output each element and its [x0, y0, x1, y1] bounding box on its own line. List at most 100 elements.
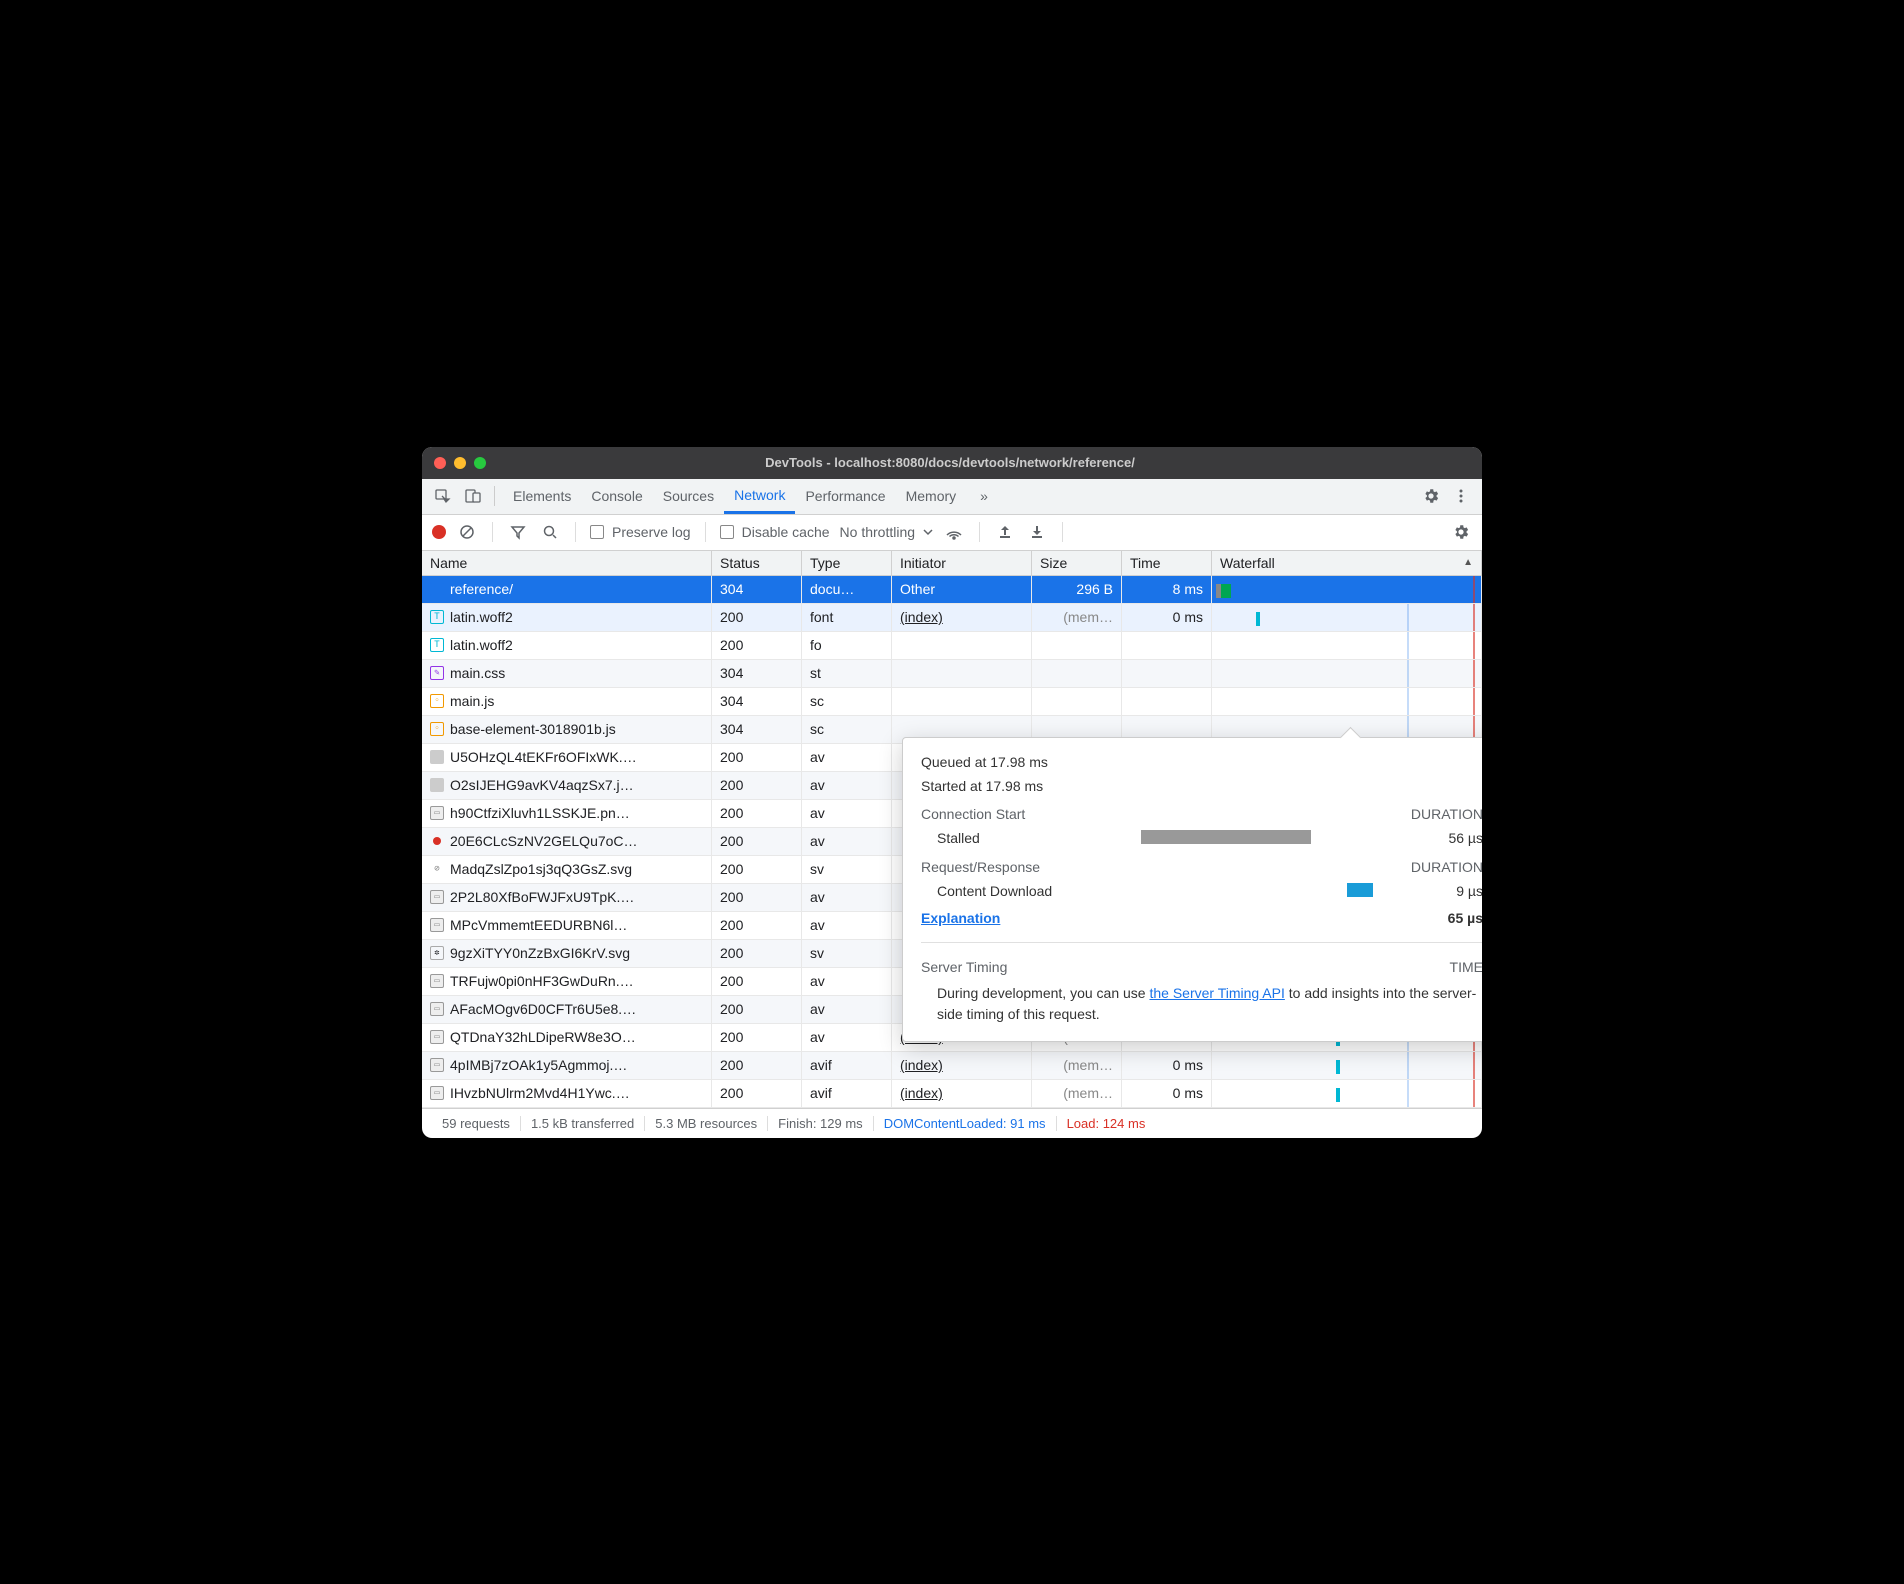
table-cell[interactable]	[1212, 688, 1482, 716]
tab-performance[interactable]: Performance	[795, 478, 895, 514]
table-cell[interactable]: 0 ms	[1122, 1080, 1212, 1108]
zoom-window-button[interactable]	[474, 457, 486, 469]
table-cell[interactable]: ⊘MadqZslZpo1sj3qQ3GsZ.svg	[422, 856, 712, 884]
table-cell[interactable]: sc	[802, 688, 892, 716]
table-cell[interactable]: sc	[802, 716, 892, 744]
col-type[interactable]: Type	[802, 551, 892, 576]
table-cell[interactable]: 20E6CLcSzNV2GELQu7oC…	[422, 828, 712, 856]
table-cell[interactable]	[1212, 1080, 1482, 1108]
table-cell[interactable]: av	[802, 800, 892, 828]
table-cell[interactable]	[892, 632, 1032, 660]
disable-cache-checkbox[interactable]: Disable cache	[720, 524, 830, 540]
table-cell[interactable]: ▭IHvzbNUlrm2Mvd4H1Ywc.…	[422, 1080, 712, 1108]
table-cell[interactable]: 200	[712, 800, 802, 828]
table-cell[interactable]: 200	[712, 1024, 802, 1052]
table-cell[interactable]: 304	[712, 576, 802, 604]
table-cell[interactable]: 0 ms	[1122, 604, 1212, 632]
table-cell[interactable]	[1212, 604, 1482, 632]
table-cell[interactable]: (index)	[892, 1052, 1032, 1080]
initiator-link[interactable]: (index)	[900, 1057, 943, 1073]
table-cell[interactable]: 200	[712, 772, 802, 800]
server-timing-api-link[interactable]: the Server Timing API	[1149, 985, 1284, 1001]
explanation-link[interactable]: Explanation	[921, 910, 1000, 926]
network-conditions-icon[interactable]	[943, 521, 965, 543]
col-waterfall[interactable]: Waterfall▲	[1212, 551, 1482, 576]
col-name[interactable]: Name	[422, 551, 712, 576]
table-cell[interactable]	[1122, 660, 1212, 688]
table-cell[interactable]: 304	[712, 688, 802, 716]
table-cell[interactable]: ▭4pIMBj7zOAk1y5Agmmoj.…	[422, 1052, 712, 1080]
table-cell[interactable]: (index)	[892, 1080, 1032, 1108]
throttling-select[interactable]: No throttling	[840, 524, 933, 540]
table-cell[interactable]: ≡reference/	[422, 576, 712, 604]
table-cell[interactable]: av	[802, 996, 892, 1024]
table-cell[interactable]: fo	[802, 632, 892, 660]
tab-network[interactable]: Network	[724, 478, 795, 514]
table-cell[interactable]: av	[802, 968, 892, 996]
table-cell[interactable]: ◦base-element-3018901b.js	[422, 716, 712, 744]
table-cell[interactable]: Tlatin.woff2	[422, 632, 712, 660]
table-cell[interactable]: 200	[712, 604, 802, 632]
upload-har-icon[interactable]	[994, 521, 1016, 543]
table-cell[interactable]: ▭h90CtfziXluvh1LSSKJE.pn…	[422, 800, 712, 828]
table-cell[interactable]	[1032, 660, 1122, 688]
table-cell[interactable]	[892, 688, 1032, 716]
table-cell[interactable]: docu…	[802, 576, 892, 604]
table-cell[interactable]: (mem…	[1032, 1080, 1122, 1108]
table-cell[interactable]: av	[802, 772, 892, 800]
tab-console[interactable]: Console	[581, 478, 652, 514]
search-icon[interactable]	[539, 521, 561, 543]
download-har-icon[interactable]	[1026, 521, 1048, 543]
table-cell[interactable]: ▭TRFujw0pi0nHF3GwDuRn.…	[422, 968, 712, 996]
filter-icon[interactable]	[507, 521, 529, 543]
inspect-element-icon[interactable]	[430, 483, 456, 509]
table-cell[interactable]: 200	[712, 968, 802, 996]
table-cell[interactable]: sv	[802, 856, 892, 884]
initiator-link[interactable]: (index)	[900, 1085, 943, 1101]
table-cell[interactable]: av	[802, 912, 892, 940]
initiator-link[interactable]: (index)	[900, 609, 943, 625]
table-cell[interactable]	[1212, 576, 1482, 604]
table-cell[interactable]: 296 B	[1032, 576, 1122, 604]
table-cell[interactable]: av	[802, 828, 892, 856]
table-cell[interactable]: (index)	[892, 604, 1032, 632]
table-cell[interactable]	[1032, 632, 1122, 660]
table-cell[interactable]: sv	[802, 940, 892, 968]
table-cell[interactable]: 0 ms	[1122, 1052, 1212, 1080]
record-button[interactable]	[432, 525, 446, 539]
settings-icon[interactable]	[1418, 483, 1444, 509]
table-cell[interactable]: 200	[712, 996, 802, 1024]
table-cell[interactable]: 8 ms	[1122, 576, 1212, 604]
table-cell[interactable]: av	[802, 884, 892, 912]
clear-icon[interactable]	[456, 521, 478, 543]
table-cell[interactable]: O2sIJEHG9avKV4aqzSx7.j…	[422, 772, 712, 800]
col-size[interactable]: Size	[1032, 551, 1122, 576]
network-settings-icon[interactable]	[1450, 521, 1472, 543]
table-cell[interactable]: 200	[712, 940, 802, 968]
table-cell[interactable]: ▭QTDnaY32hLDipeRW8e3O…	[422, 1024, 712, 1052]
table-cell[interactable]: Other	[892, 576, 1032, 604]
table-cell[interactable]: 200	[712, 856, 802, 884]
table-cell[interactable]: av	[802, 744, 892, 772]
table-cell[interactable]: 200	[712, 632, 802, 660]
table-cell[interactable]: (mem…	[1032, 604, 1122, 632]
more-tabs-button[interactable]: »	[970, 478, 998, 514]
device-toolbar-icon[interactable]	[460, 483, 486, 509]
more-menu-icon[interactable]	[1448, 483, 1474, 509]
table-cell[interactable]	[1212, 1052, 1482, 1080]
table-cell[interactable]: 304	[712, 660, 802, 688]
table-cell[interactable]: 200	[712, 912, 802, 940]
col-initiator[interactable]: Initiator	[892, 551, 1032, 576]
table-cell[interactable]: U5OHzQL4tEKFr6OFIxWK.…	[422, 744, 712, 772]
tab-elements[interactable]: Elements	[503, 478, 581, 514]
table-cell[interactable]: ▭AFacMOgv6D0CFTr6U5e8.…	[422, 996, 712, 1024]
table-cell[interactable]	[892, 660, 1032, 688]
table-cell[interactable]: av	[802, 1024, 892, 1052]
table-cell[interactable]: ◦main.js	[422, 688, 712, 716]
table-cell[interactable]: 200	[712, 1052, 802, 1080]
minimize-window-button[interactable]	[454, 457, 466, 469]
tab-sources[interactable]: Sources	[653, 478, 724, 514]
table-cell[interactable]: avif	[802, 1052, 892, 1080]
table-cell[interactable]: 200	[712, 744, 802, 772]
table-cell[interactable]: 304	[712, 716, 802, 744]
